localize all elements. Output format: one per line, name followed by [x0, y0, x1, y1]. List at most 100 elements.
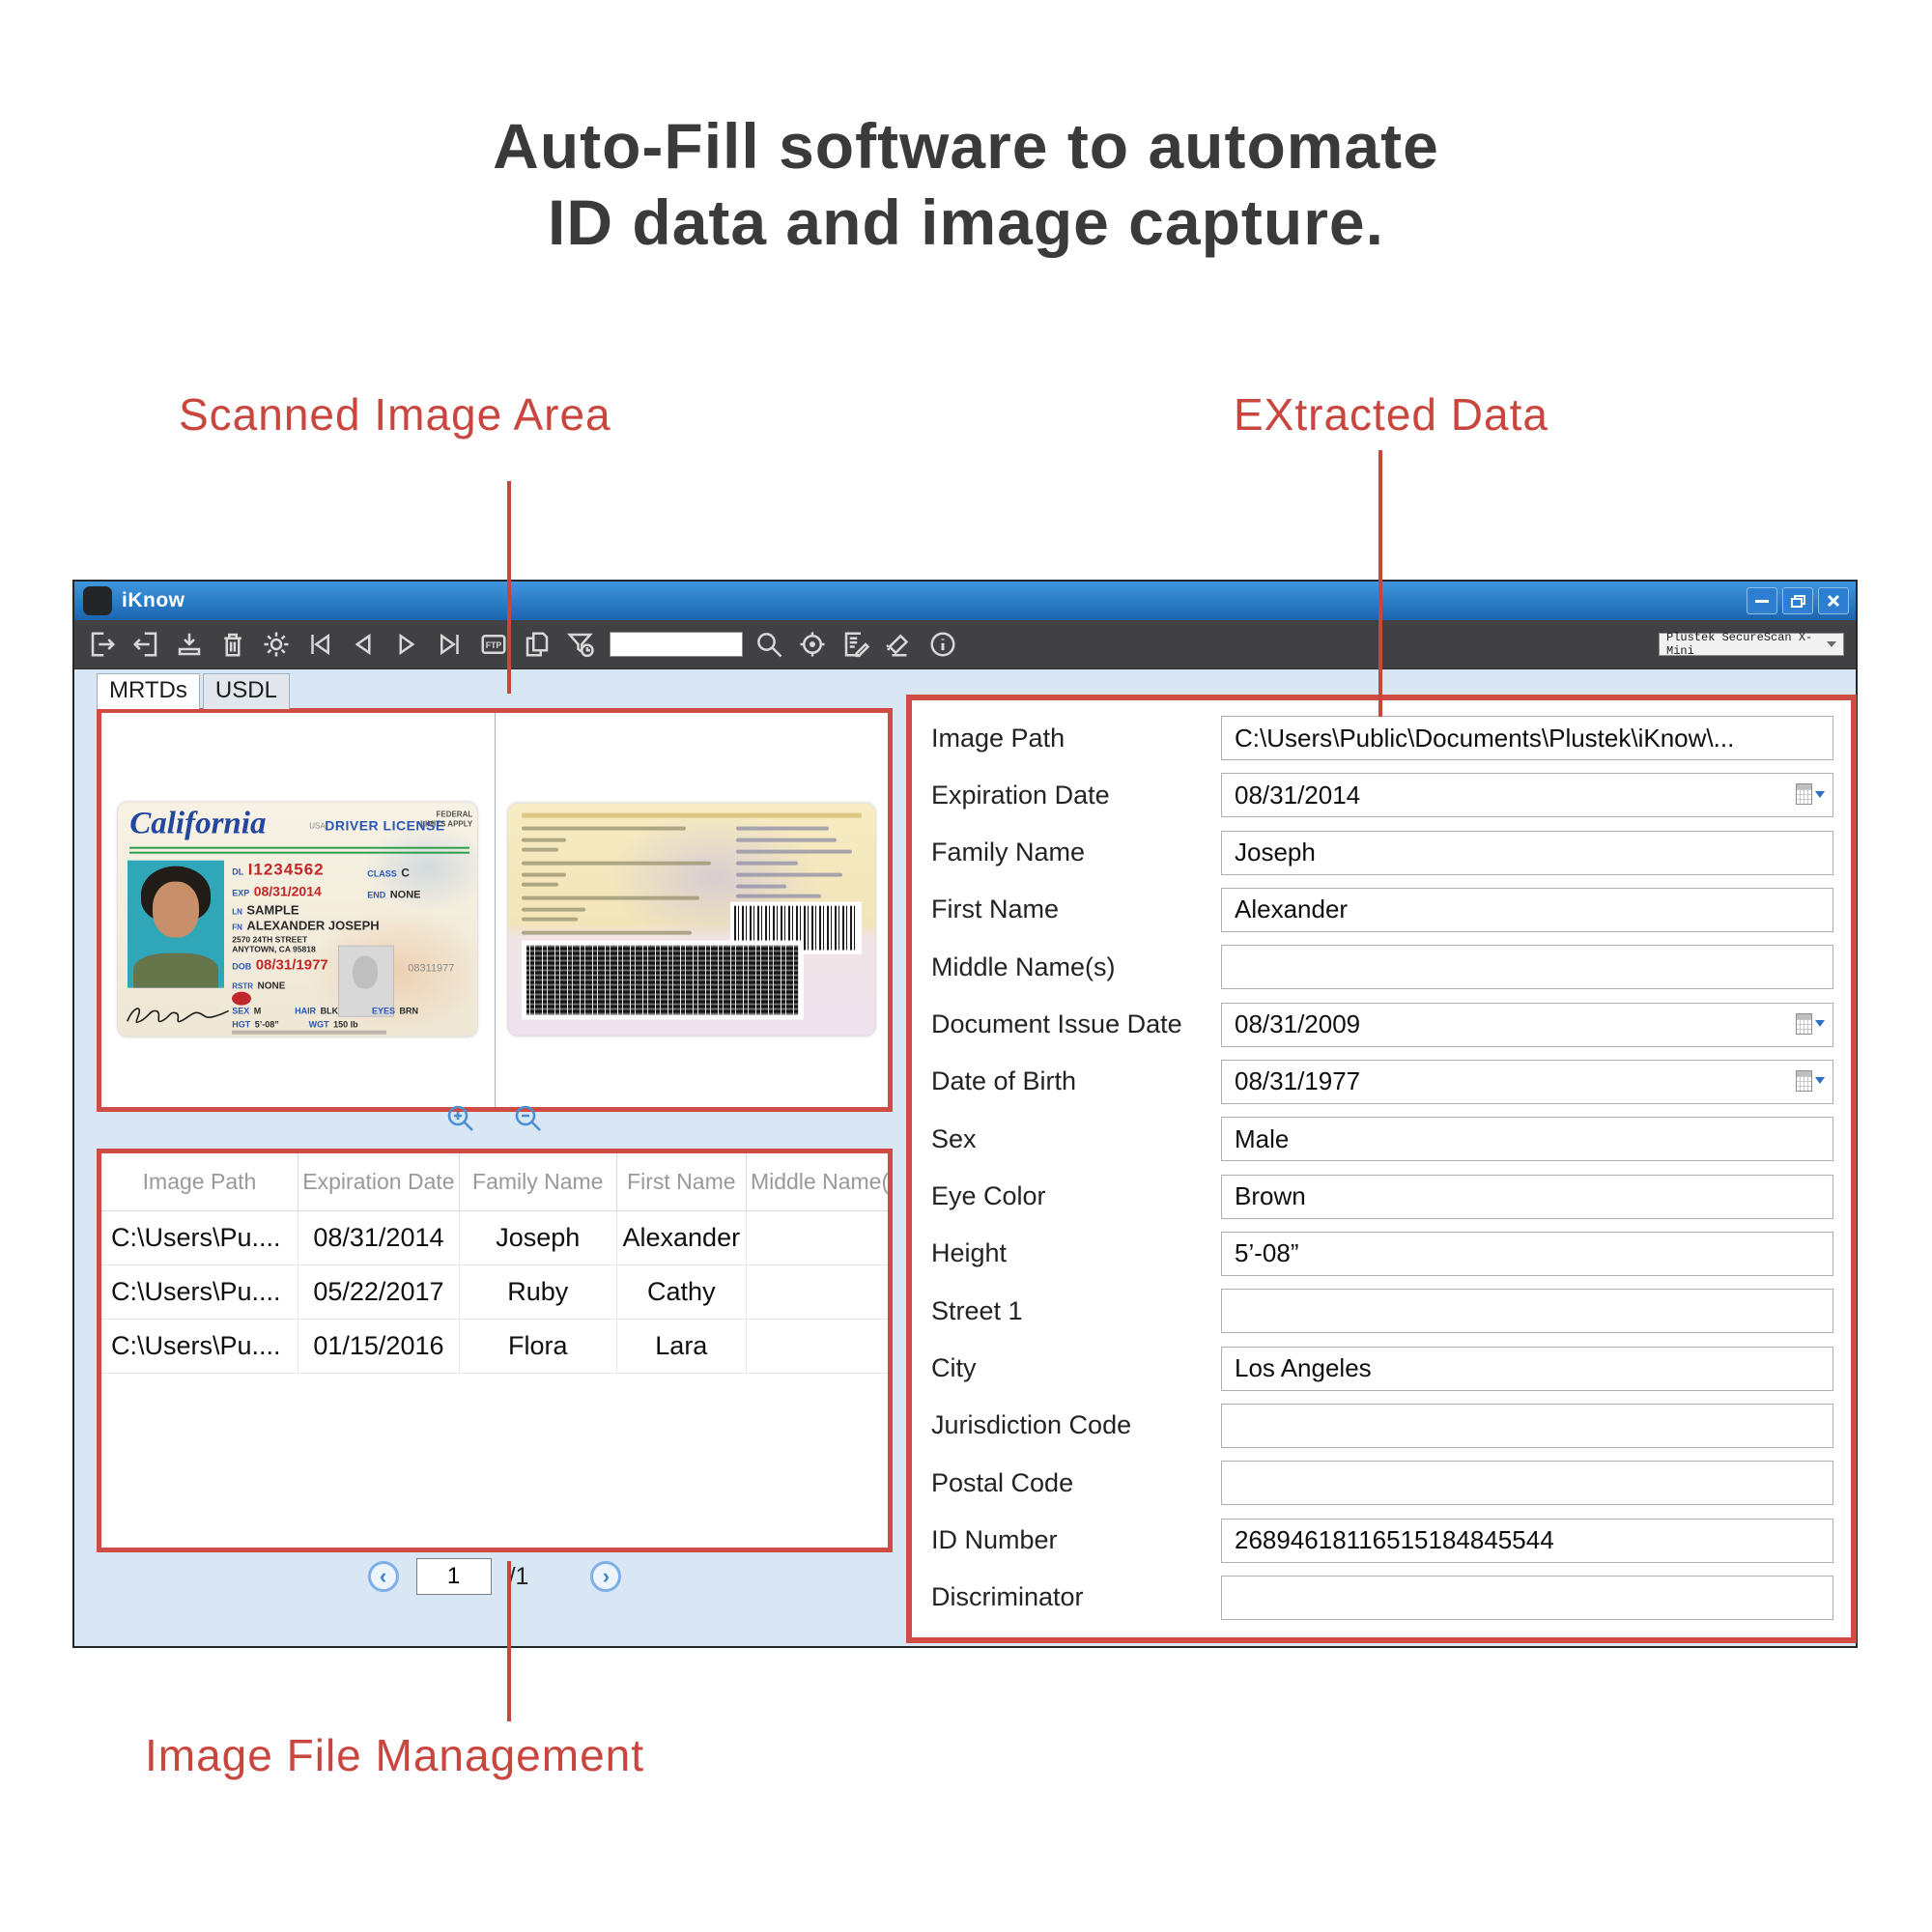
- id-number-field[interactable]: 26894618116515184845544: [1221, 1519, 1833, 1563]
- table-row[interactable]: C:\Users\Pu....01/15/2016FloraLara: [101, 1320, 888, 1374]
- restore-button[interactable]: [1782, 587, 1813, 614]
- image-path-field[interactable]: C:\Users\Public\Documents\Plustek\iKnow\…: [1221, 716, 1833, 760]
- license-address-2: ANYTOWN, CA 95818: [232, 945, 315, 954]
- annotation-line-image-file-management: [507, 1561, 511, 1721]
- table-row[interactable]: C:\Users\Pu....08/31/2014JosephAlexander: [101, 1211, 888, 1265]
- eye-color-field[interactable]: Brown: [1221, 1175, 1833, 1219]
- copy-document-icon[interactable]: [521, 627, 554, 662]
- discriminator-field[interactable]: [1221, 1576, 1833, 1620]
- postal-code-field[interactable]: [1221, 1461, 1833, 1505]
- tab-bar: MRTDs USDL: [97, 673, 293, 709]
- calendar-dropdown-button[interactable]: [1796, 1013, 1825, 1035]
- license-end-row: END NONE: [367, 886, 420, 903]
- app-logo-icon: [83, 586, 112, 615]
- eraser-icon[interactable]: [883, 627, 916, 662]
- table-cell[interactable]: Alexander: [616, 1211, 746, 1265]
- export-icon[interactable]: [86, 627, 119, 662]
- table-cell[interactable]: Joseph: [459, 1211, 616, 1265]
- street-1-field[interactable]: [1221, 1289, 1833, 1333]
- city-field[interactable]: Los Angeles: [1221, 1347, 1833, 1391]
- search-icon[interactable]: [753, 627, 785, 662]
- calendar-dropdown-button[interactable]: [1796, 1070, 1825, 1092]
- previous-record-icon[interactable]: [347, 627, 380, 662]
- table-cell[interactable]: Ruby: [459, 1265, 616, 1320]
- sex-label: Sex: [931, 1124, 1221, 1154]
- license-portrait: [128, 861, 224, 988]
- height-field[interactable]: 5’-08”: [1221, 1232, 1833, 1276]
- page-number-input[interactable]: [416, 1558, 492, 1595]
- license-back-text-line: [736, 838, 837, 842]
- table-cell[interactable]: 01/15/2016: [298, 1320, 460, 1374]
- table-row[interactable]: C:\Users\Pu....05/22/2017RubyCathy: [101, 1265, 888, 1320]
- family-name-field[interactable]: Joseph: [1221, 831, 1833, 875]
- toolbar: FTP Plustek SecureScan X-Mini: [74, 620, 1856, 669]
- expiration-date-field[interactable]: 08/31/2014: [1221, 773, 1833, 817]
- calendar-dropdown-button[interactable]: [1796, 783, 1825, 805]
- save-icon[interactable]: [173, 627, 206, 662]
- first-name-field[interactable]: Alexander: [1221, 888, 1833, 932]
- document-issue-date-field[interactable]: 08/31/2009: [1221, 1003, 1833, 1047]
- first-name-row: First NameAlexander: [931, 886, 1833, 934]
- table-cell[interactable]: C:\Users\Pu....: [101, 1265, 298, 1320]
- license-back-text-line: [522, 848, 558, 852]
- last-record-icon[interactable]: [434, 627, 467, 662]
- license-back-text-line: [522, 883, 558, 887]
- document-issue-date-label: Document Issue Date: [931, 1009, 1221, 1039]
- headline-line-1: Auto-Fill software to automate: [0, 108, 1932, 185]
- license-front-image: California USA DRIVER LICENSE FEDERAL LI…: [118, 803, 477, 1037]
- jurisdiction-code-field[interactable]: [1221, 1404, 1833, 1448]
- column-header[interactable]: Middle Name(s): [746, 1153, 888, 1211]
- minimize-button[interactable]: [1747, 587, 1777, 614]
- license-back-text-line: [522, 908, 585, 912]
- column-header[interactable]: Family Name: [459, 1153, 616, 1211]
- middle-names-field[interactable]: [1221, 945, 1833, 989]
- license-usa: USA: [309, 822, 325, 831]
- info-icon[interactable]: [926, 627, 959, 662]
- search-input[interactable]: [610, 632, 743, 657]
- license-dl-row: DL I1234562: [232, 861, 324, 880]
- next-page-button[interactable]: ›: [590, 1561, 621, 1592]
- table-cell[interactable]: [746, 1265, 888, 1320]
- license-back-text-line: [736, 862, 798, 866]
- settings-icon[interactable]: [260, 627, 293, 662]
- zoom-out-icon: [512, 1102, 545, 1135]
- scanner-select[interactable]: Plustek SecureScan X-Mini: [1659, 633, 1844, 656]
- id-number-row: ID Number26894618116515184845544: [931, 1517, 1833, 1565]
- date-of-birth-field[interactable]: 08/31/1977: [1221, 1060, 1833, 1104]
- target-icon[interactable]: [796, 627, 829, 662]
- tab-usdl[interactable]: USDL: [203, 673, 290, 709]
- table-cell[interactable]: Cathy: [616, 1265, 746, 1320]
- tab-mrtds[interactable]: MRTDs: [97, 673, 200, 709]
- license-federal-note: FEDERAL LIMITS APPLY: [412, 810, 472, 829]
- close-button[interactable]: [1818, 587, 1849, 614]
- import-icon[interactable]: [129, 627, 162, 662]
- zoom-out-button[interactable]: [512, 1102, 545, 1140]
- window-content: MRTDs USDL California USA DRIVER LICENSE…: [74, 669, 1856, 1647]
- table-cell[interactable]: 08/31/2014: [298, 1211, 460, 1265]
- table-cell[interactable]: Flora: [459, 1320, 616, 1374]
- license-back-header: [522, 813, 862, 818]
- table-cell[interactable]: Lara: [616, 1320, 746, 1374]
- next-record-icon[interactable]: [390, 627, 423, 662]
- previous-page-button[interactable]: ‹: [368, 1561, 399, 1592]
- table-cell[interactable]: [746, 1320, 888, 1374]
- column-header[interactable]: Expiration Date: [298, 1153, 460, 1211]
- delete-icon[interactable]: [216, 627, 249, 662]
- table-cell[interactable]: 05/22/2017: [298, 1265, 460, 1320]
- pagination: ‹ /1 ›: [97, 1558, 893, 1595]
- table-cell[interactable]: [746, 1211, 888, 1265]
- barcode-pdf417: [522, 941, 804, 1020]
- street-1-label: Street 1: [931, 1296, 1221, 1326]
- edit-document-icon[interactable]: [839, 627, 872, 662]
- filter-history-icon[interactable]: [564, 627, 597, 662]
- license-back-text-line: [736, 895, 821, 898]
- license-divider: [129, 847, 469, 849]
- column-header[interactable]: Image Path: [101, 1153, 298, 1211]
- table-cell[interactable]: C:\Users\Pu....: [101, 1211, 298, 1265]
- sex-field[interactable]: Male: [1221, 1117, 1833, 1161]
- ftp-upload-icon[interactable]: FTP: [477, 627, 510, 662]
- column-header[interactable]: First Name: [616, 1153, 746, 1211]
- zoom-in-button[interactable]: [444, 1102, 477, 1140]
- first-record-icon[interactable]: [303, 627, 336, 662]
- table-cell[interactable]: C:\Users\Pu....: [101, 1320, 298, 1374]
